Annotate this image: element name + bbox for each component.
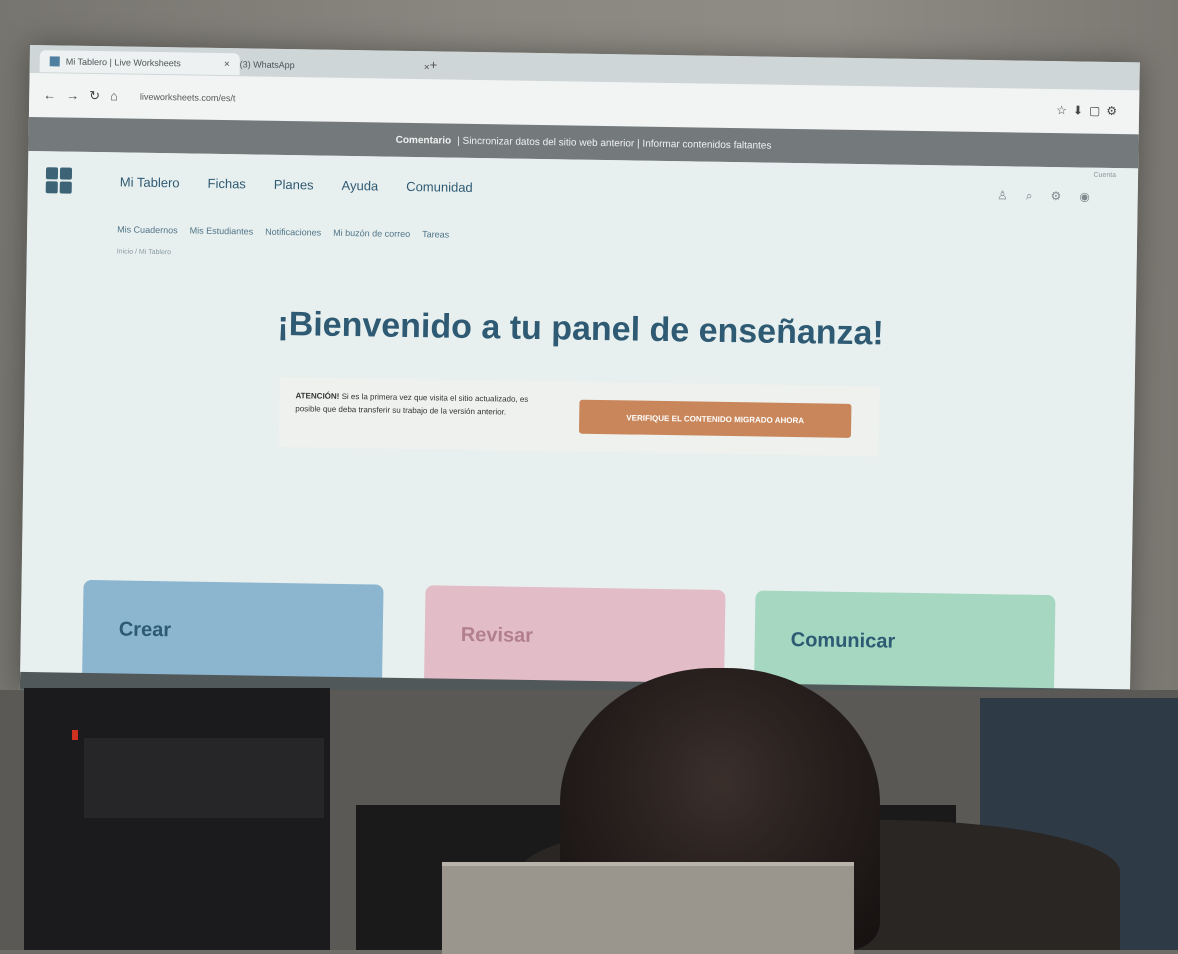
tab-whatsapp[interactable]: (3) WhatsApp × [230,53,440,78]
verify-migrated-content-button[interactable]: VERIFIQUE EL CONTENIDO MIGRADO AHORA [578,399,852,438]
nav-mi-tablero[interactable]: Mi Tablero [120,174,180,190]
attention-text: ATENCIÓN! Si es la primera vez que visit… [295,389,545,419]
notice-bold[interactable]: Comentario [396,134,452,146]
tab-label: Mi Tablero | Live Worksheets [65,56,181,69]
subnav-estudiantes[interactable]: Mis Estudiantes [190,226,254,237]
subnav-tareas[interactable]: Tareas [422,229,449,239]
navigation-icons[interactable]: ←→↻⌂ [43,87,128,104]
logo-icon[interactable] [45,167,73,194]
dashboard-page: Mi Tablero Fichas Planes Ayuda Comunidad… [19,150,1139,708]
user-tool-icons[interactable]: ♙⌕⚙◉ [997,188,1108,205]
card-crear-label: Crear [118,618,172,642]
notice-text[interactable]: | Sincronizar datos del sitio web anteri… [457,135,771,151]
account-label[interactable]: Cuenta [1093,172,1116,179]
breadcrumb[interactable]: Inicio / Mi Tablero [117,248,171,256]
url-field[interactable]: liveworksheets.com/es/t [140,92,236,103]
toolbar-icons[interactable]: ☆⬇▢⚙ [1056,103,1123,118]
power-led [72,730,78,740]
nav-fichas[interactable]: Fichas [207,176,246,192]
tab-label: (3) WhatsApp [239,59,295,71]
card-revisar-label: Revisar [460,623,534,647]
subnav-buzon[interactable]: Mi buzón de correo [333,228,410,239]
tab-liveworksheets[interactable]: Mi Tablero | Live Worksheets × [39,50,240,76]
attention-box: ATENCIÓN! Si es la primera vez que visit… [278,376,880,457]
foreground-box [442,862,854,954]
card-comunicar-label: Comunicar [790,629,896,653]
nav-comunidad[interactable]: Comunidad [406,179,473,195]
computer-tower-left [24,688,330,950]
attention-label: ATENCIÓN! [295,391,340,401]
site-favicon-icon [49,56,60,67]
nav-planes[interactable]: Planes [274,177,314,193]
new-tab-icon[interactable]: + [430,57,438,72]
page-title: ¡Bienvenido a tu panel de enseñanza! [277,304,885,353]
main-navigation: Mi Tablero Fichas Planes Ayuda Comunidad [120,174,473,195]
projected-screen: Mi Tablero | Live Worksheets × (3) Whats… [19,45,1140,708]
subnav-notificaciones[interactable]: Notificaciones [265,227,321,238]
subnav-cuadernos[interactable]: Mis Cuadernos [117,224,178,235]
sub-navigation: Mis Cuadernos Mis Estudiantes Notificaci… [117,224,449,239]
nav-ayuda[interactable]: Ayuda [341,178,378,194]
